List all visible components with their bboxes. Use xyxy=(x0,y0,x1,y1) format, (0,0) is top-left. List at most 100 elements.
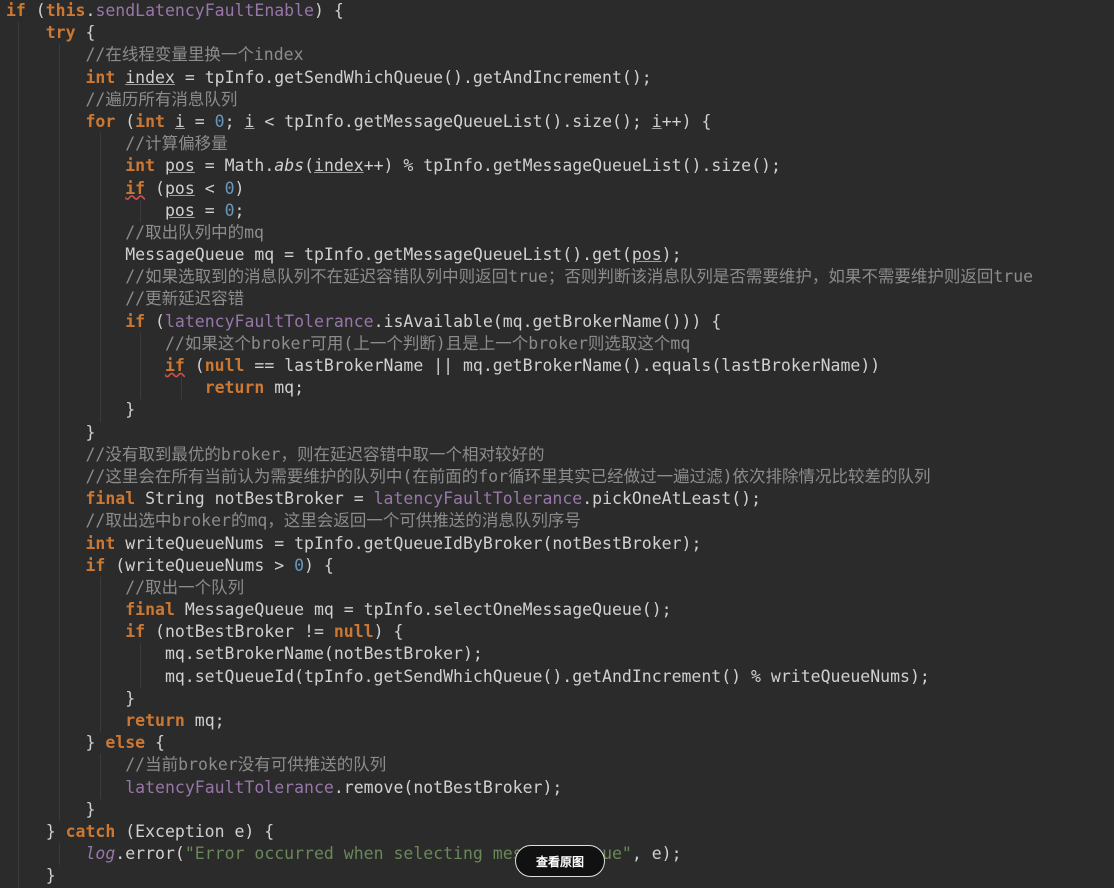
indent-guide xyxy=(99,710,101,733)
indent-guide xyxy=(18,221,19,245)
indent-guide xyxy=(18,399,19,422)
code-token: { xyxy=(75,23,96,43)
code-token: ++) % tpInfo.getMessageQueueList().size(… xyxy=(363,156,781,176)
indent-guide xyxy=(18,510,19,533)
indent-guide xyxy=(99,199,101,222)
code-token: pos xyxy=(164,178,195,198)
indent-guide xyxy=(99,155,101,178)
indent-guide xyxy=(18,776,19,799)
code-token: else xyxy=(105,733,146,753)
code-line: if (pos < 0) xyxy=(6,177,1114,200)
indent-guide xyxy=(58,488,60,511)
code-line: //如果这个broker可用(上一个判断)且是上一个broker则选取这个mq xyxy=(6,332,1114,355)
indent-guide xyxy=(58,377,60,400)
code-token: final xyxy=(85,489,136,509)
indent-guide xyxy=(58,576,60,600)
code-line: } xyxy=(6,421,1114,444)
indent-guide xyxy=(18,643,19,666)
indent-guide xyxy=(18,820,19,844)
code-token: mq; xyxy=(184,711,225,730)
indent-guide xyxy=(18,554,19,577)
code-line: for (int i = 0; i < tpInfo.getMessageQue… xyxy=(6,110,1114,134)
code-token: ); xyxy=(661,245,682,265)
indent-guide xyxy=(58,554,60,577)
code-token: { xyxy=(145,733,165,753)
code-line: } xyxy=(6,798,1114,821)
indent-guide xyxy=(58,310,60,333)
code-token: final xyxy=(125,600,175,620)
view-original-button[interactable]: 查看原图 xyxy=(515,845,605,877)
indent-guide xyxy=(58,355,60,378)
indent-guide xyxy=(58,532,60,555)
indent-guide xyxy=(58,798,60,821)
code-line: if (null == lastBrokerName || mq.getBrok… xyxy=(6,355,1114,378)
indent-guide xyxy=(99,244,101,267)
indent-guide xyxy=(99,355,101,378)
code-token: int xyxy=(85,67,116,87)
indent-guide xyxy=(58,687,60,710)
indent-guide xyxy=(58,465,60,489)
code-token: (writeQueueNums > xyxy=(105,555,295,575)
code-token: mq.setBrokerName(notBestBroker); xyxy=(6,644,483,664)
code-token: ; xyxy=(234,200,245,220)
indent-guide xyxy=(18,199,19,222)
indent-guide xyxy=(140,199,142,222)
code-token: sendLatencyFaultEnable xyxy=(95,1,314,20)
indent-guide xyxy=(18,377,19,400)
code-token: (Exception e) { xyxy=(115,821,275,841)
code-token: null xyxy=(333,622,374,642)
code-token: log xyxy=(85,844,116,864)
code-token: for xyxy=(85,111,116,131)
indent-guide xyxy=(18,621,19,644)
code-token: index xyxy=(314,156,364,176)
code-token: if xyxy=(125,622,146,642)
indent-guide xyxy=(18,110,19,134)
code-token: 0 xyxy=(214,111,225,131)
code-comment: //取出一个队列 xyxy=(125,577,245,597)
code-token: pos xyxy=(164,156,195,176)
indent-guide xyxy=(58,443,60,466)
code-line: //计算偏移量 xyxy=(6,133,1114,156)
code-token: == lastBrokerName || mq.getBrokerName().… xyxy=(244,356,881,375)
code-token: ( xyxy=(115,111,136,131)
indent-guide xyxy=(99,133,101,156)
code-token: < tpInfo.getMessageQueueList().size(); xyxy=(254,111,652,131)
code-token: .remove(notBestBroker); xyxy=(333,777,563,797)
code-token: latencyFaultTolerance xyxy=(164,311,374,331)
indent-guide xyxy=(99,288,101,311)
code-line: final MessageQueue mq = tpInfo.selectOne… xyxy=(6,599,1114,622)
indent-guide xyxy=(58,244,60,267)
code-line: } xyxy=(6,399,1114,422)
code-token: } xyxy=(6,688,136,708)
indent-guide xyxy=(18,88,19,111)
indent-guide xyxy=(99,377,101,400)
indent-guide xyxy=(99,643,101,666)
indent-guide xyxy=(18,44,19,67)
code-token: ( xyxy=(145,178,165,198)
code-line: } catch (Exception e) { xyxy=(6,820,1114,844)
indent-guide xyxy=(58,155,60,178)
indent-guide xyxy=(58,754,60,777)
code-token: } xyxy=(6,866,56,886)
code-token: MessageQueue mq = tpInfo.getMessageQueue… xyxy=(125,245,632,265)
code-token: this xyxy=(45,1,86,20)
code-token: if xyxy=(85,555,106,575)
code-comment: //这里会在所有当前认为需要维护的队列中(在前面的for循环里其实已经做过一遍过… xyxy=(85,466,931,486)
code-line: } xyxy=(6,687,1114,710)
indent-guide xyxy=(140,377,142,400)
code-line: //没有取到最优的broker，则在延迟容错中取一个相对较好的 xyxy=(6,443,1114,466)
code-token: null xyxy=(204,356,245,375)
code-line: //遍历所有消息队列 xyxy=(6,88,1114,111)
code-token: = tpInfo.getSendWhichQueue().getAndIncre… xyxy=(174,67,652,87)
code-token: ( xyxy=(145,311,165,331)
code-token: < xyxy=(194,178,225,198)
indent-guide xyxy=(99,621,101,644)
indent-guide xyxy=(99,177,101,200)
code-line: MessageQueue mq = tpInfo.getMessageQueue… xyxy=(6,244,1114,267)
code-token: = xyxy=(194,200,225,220)
indent-guide xyxy=(18,798,19,821)
indent-guide xyxy=(18,355,19,378)
indent-guide xyxy=(58,110,60,134)
